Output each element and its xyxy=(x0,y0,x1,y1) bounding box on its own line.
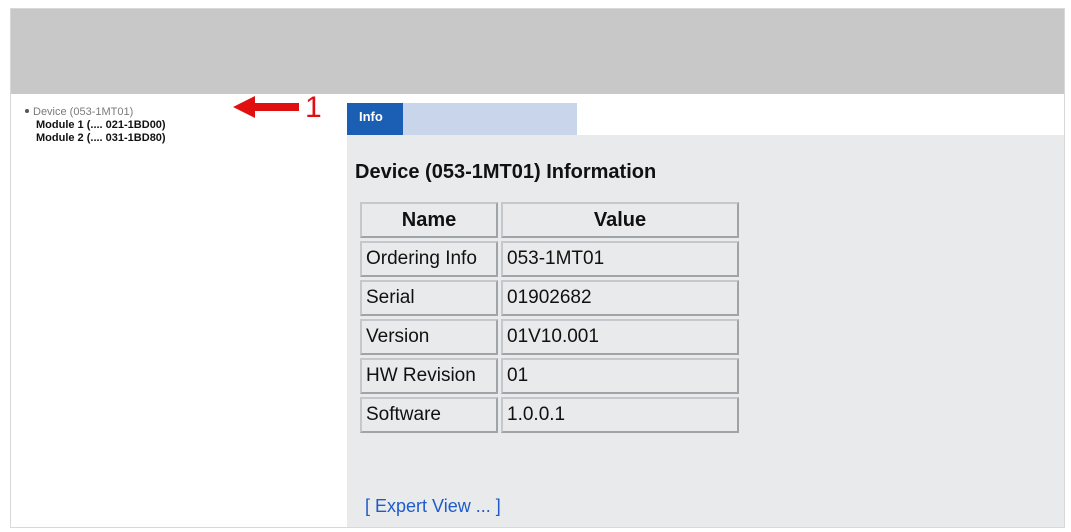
row-name: HW Revision xyxy=(360,358,498,394)
tree-item-device[interactable]: Device (053-1MT01) xyxy=(25,106,166,119)
row-name: Version xyxy=(360,319,498,355)
column-header-name: Name xyxy=(360,202,498,238)
table-row: Version 01V10.001 xyxy=(360,319,739,355)
row-value: 01V10.001 xyxy=(501,319,739,355)
tree-item-label: Device (053-1MT01) xyxy=(33,106,134,118)
row-value: 01 xyxy=(501,358,739,394)
tree-item-module-1[interactable]: Module 1 (.... 021-1BD00) xyxy=(25,119,166,132)
row-name: Serial xyxy=(360,280,498,316)
device-tree: Device (053-1MT01) Module 1 (.... 021-1B… xyxy=(25,106,166,145)
page-title: Device (053-1MT01) Information xyxy=(355,161,657,183)
bullet-icon xyxy=(25,109,29,114)
table-row: HW Revision 01 xyxy=(360,358,739,394)
row-value: 01902682 xyxy=(501,280,739,316)
expert-view-link[interactable]: [ Expert View ... ] xyxy=(365,496,501,517)
table-row: Ordering Info 053-1MT01 xyxy=(360,241,739,277)
tab-inactive[interactable] xyxy=(409,103,577,135)
annotation-arrow-icon xyxy=(233,95,303,119)
row-value: 1.0.0.1 xyxy=(501,397,739,433)
table-row: Serial 01902682 xyxy=(360,280,739,316)
table-header-row: Name Value xyxy=(360,202,739,238)
header-banner xyxy=(11,9,1064,94)
info-table: Name Value Ordering Info 053-1MT01 Seria… xyxy=(357,199,742,436)
tab-bar: Info xyxy=(347,103,577,135)
browser-frame: Device (053-1MT01) Module 1 (.... 021-1B… xyxy=(10,8,1065,528)
row-name: Ordering Info xyxy=(360,241,498,277)
column-header-value: Value xyxy=(501,202,739,238)
row-name: Software xyxy=(360,397,498,433)
table-row: Software 1.0.0.1 xyxy=(360,397,739,433)
info-panel: Device (053-1MT01) Information Name Valu… xyxy=(347,135,1064,527)
row-value: 053-1MT01 xyxy=(501,241,739,277)
tab-info[interactable]: Info xyxy=(347,103,403,135)
annotation-number: 1 xyxy=(305,91,322,124)
tree-item-module-2[interactable]: Module 2 (.... 031-1BD80) xyxy=(25,132,166,145)
